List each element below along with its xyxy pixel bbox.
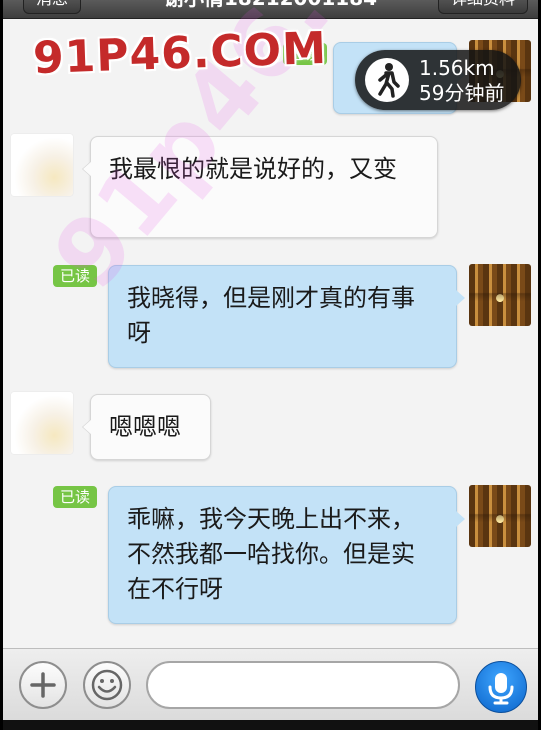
chat-screen: 消息 谢小情18212001184 详细资料 已读 我最恨的就是说好的，又变 已… (3, 0, 538, 730)
distance-text: 1.56km (419, 56, 495, 80)
contact-avatar[interactable] (11, 134, 73, 196)
voice-button[interactable] (475, 661, 527, 713)
plus-icon (30, 672, 56, 698)
outgoing-message-bubble[interactable]: 我晓得，但是刚才真的有事呀 (108, 265, 465, 368)
my-avatar[interactable] (469, 264, 531, 326)
smiley-icon (91, 669, 123, 701)
my-avatar[interactable] (469, 485, 531, 547)
microphone-icon (488, 673, 514, 705)
incoming-message-bubble[interactable]: 嗯嗯嗯 (82, 394, 211, 460)
site-watermark: 91P46.COM (32, 22, 328, 85)
message-input[interactable] (146, 661, 460, 709)
last-seen-text: 59分钟前 (419, 81, 505, 105)
bottom-edge (3, 720, 538, 730)
walking-person-icon (365, 58, 409, 102)
outgoing-message-bubble[interactable]: 乖嘛，我今天晚上出不来，不然我都一哈找你。但是实在不行呀 (108, 486, 465, 624)
add-button[interactable] (19, 661, 67, 709)
contact-avatar[interactable] (11, 392, 73, 454)
location-badge[interactable]: 1.56km 59分钟前 (355, 50, 521, 110)
contact-details-button[interactable]: 详细资料 (437, 0, 528, 14)
read-badge: 已读 (53, 486, 98, 508)
input-bar (3, 648, 538, 730)
emoji-button[interactable] (83, 661, 131, 709)
